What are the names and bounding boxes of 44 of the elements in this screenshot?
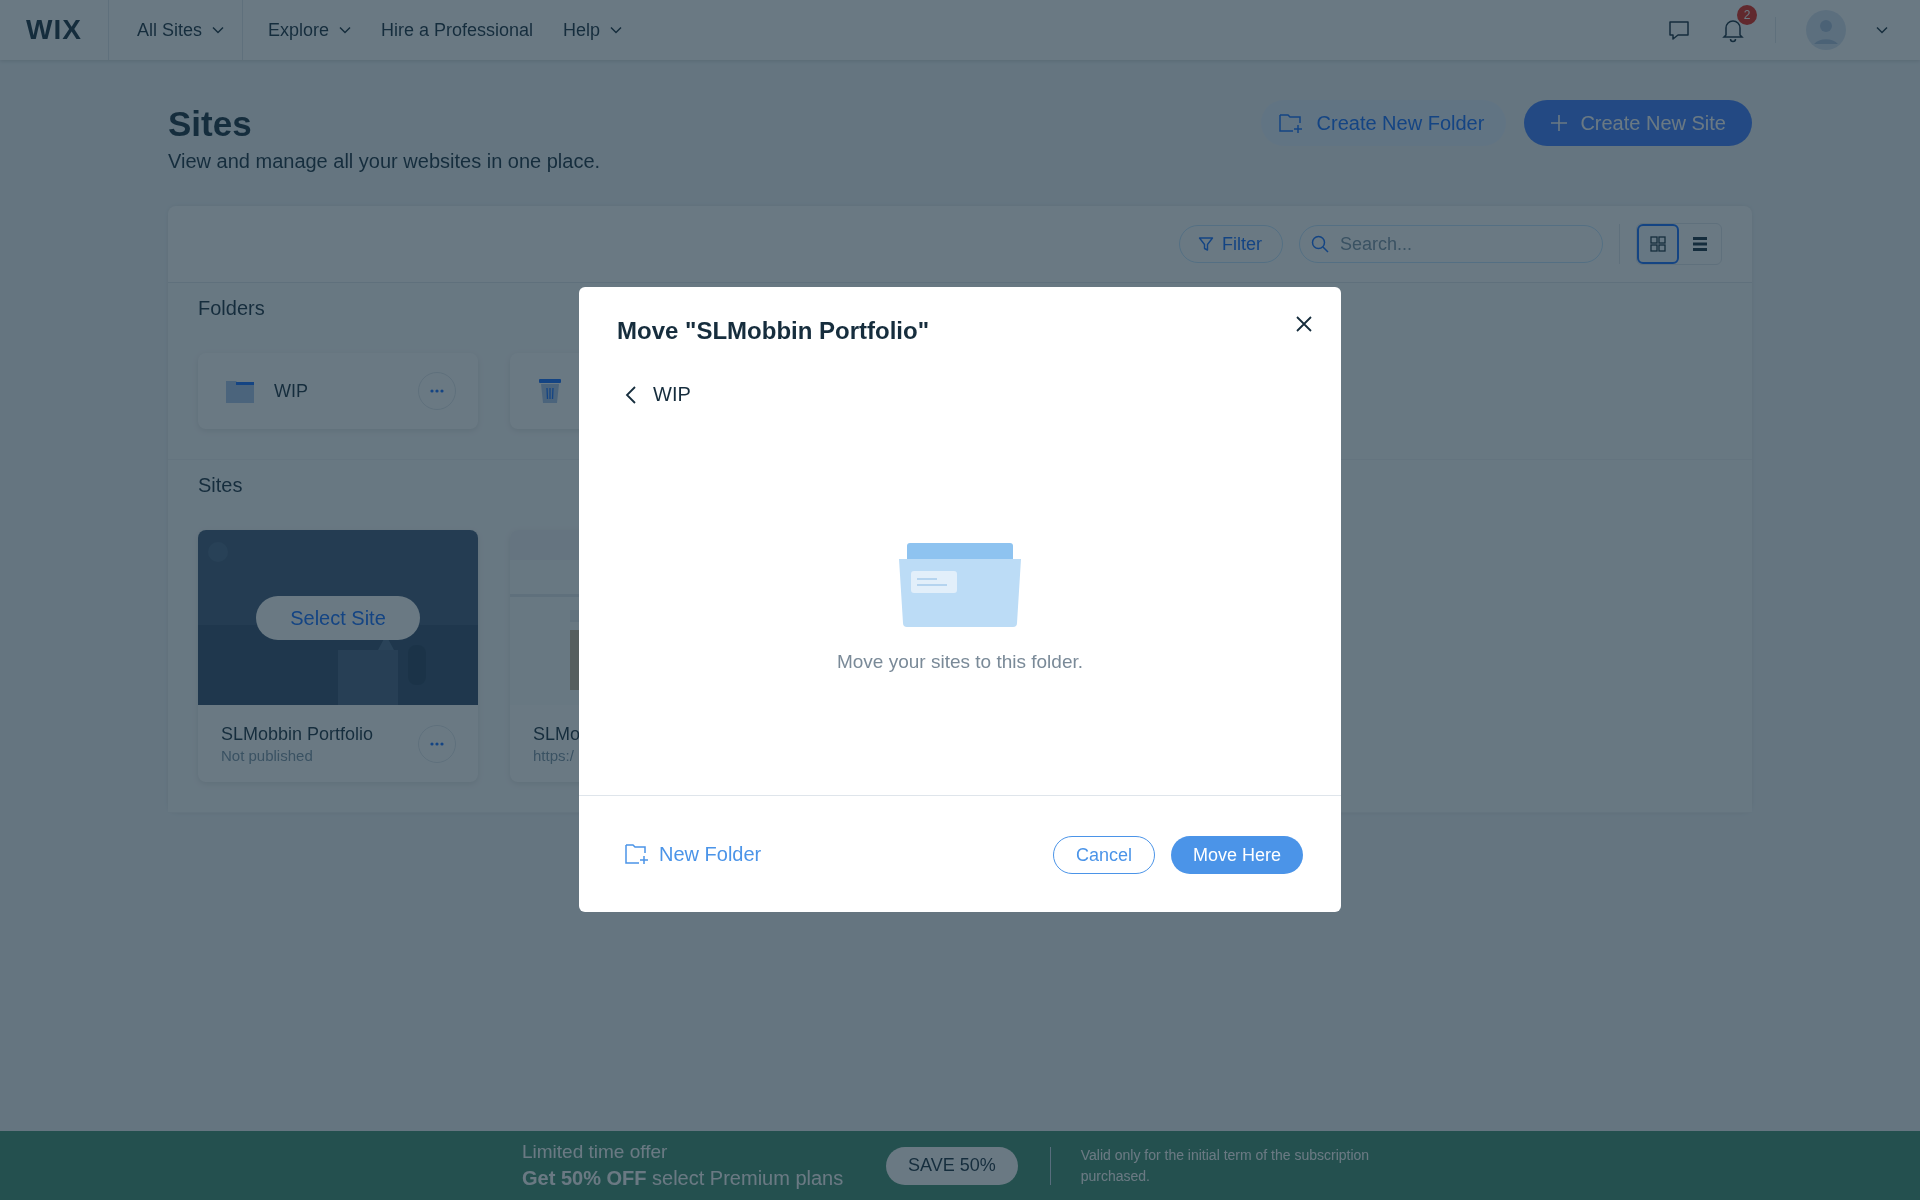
search-icon xyxy=(1311,235,1329,253)
chevron-down-icon[interactable] xyxy=(1876,26,1888,34)
nav-menu-item[interactable]: Hire a Professional xyxy=(365,0,549,60)
folder-plus-icon xyxy=(625,842,651,866)
logo[interactable]: WIX xyxy=(0,14,108,46)
empty-message: Move your sites to this folder. xyxy=(836,651,1084,673)
close-icon xyxy=(1295,315,1313,333)
page-title: Sites xyxy=(168,104,253,144)
offer-note: Valid only for the initial term of the subscription purchased. xyxy=(1080,1146,1371,1186)
folder-card[interactable]: WIP xyxy=(198,353,478,429)
plus-icon xyxy=(1550,114,1569,132)
notification-badge: 2 xyxy=(1737,5,1757,25)
page-subtitle: View and manage all your websites in one place. xyxy=(168,150,601,173)
grid-icon xyxy=(1650,236,1666,252)
bell-icon[interactable] xyxy=(1721,17,1745,43)
chat-icon[interactable] xyxy=(1667,18,1691,42)
nav-menu-item[interactable]: All Sites xyxy=(118,0,242,60)
create-site-button[interactable]: Create New Site xyxy=(1524,100,1752,146)
select-site-button[interactable]: Select Site xyxy=(256,596,420,640)
create-folder-button[interactable]: Create New Folder xyxy=(1260,100,1507,146)
move-here-button[interactable]: Move Here xyxy=(1170,836,1303,874)
section-heading: Sites xyxy=(198,473,243,498)
back-link[interactable]: WIP xyxy=(619,382,697,407)
trash-icon xyxy=(538,378,562,404)
folder-icon xyxy=(226,379,254,403)
more-icon xyxy=(430,741,444,746)
nav-menu-item[interactable]: Explore xyxy=(252,0,366,60)
new-folder-button[interactable]: New Folder xyxy=(619,841,768,867)
chevron-left-icon xyxy=(625,384,637,405)
site-name: SLMo xyxy=(533,723,582,745)
more-icon xyxy=(430,389,444,393)
dialog-title: Move "SLMobbin Portfolio" xyxy=(616,316,930,345)
site-name: SLMobbin Portfolio xyxy=(221,723,375,745)
nav-menu-item[interactable]: Help xyxy=(548,0,638,60)
avatar-icon[interactable] xyxy=(1806,10,1846,50)
offer-text: Get 50% OFF select Premium plans xyxy=(522,1167,845,1190)
offer-label: Limited time offer xyxy=(522,1141,669,1163)
filter-icon xyxy=(1198,236,1214,252)
grid-view-button[interactable] xyxy=(1637,224,1679,264)
folder-name: WIP xyxy=(274,380,309,402)
list-icon xyxy=(1692,236,1708,252)
section-heading: Folders xyxy=(198,296,265,321)
folder-plus-icon xyxy=(1278,112,1305,134)
save-button[interactable]: SAVE 50% xyxy=(886,1146,1018,1185)
